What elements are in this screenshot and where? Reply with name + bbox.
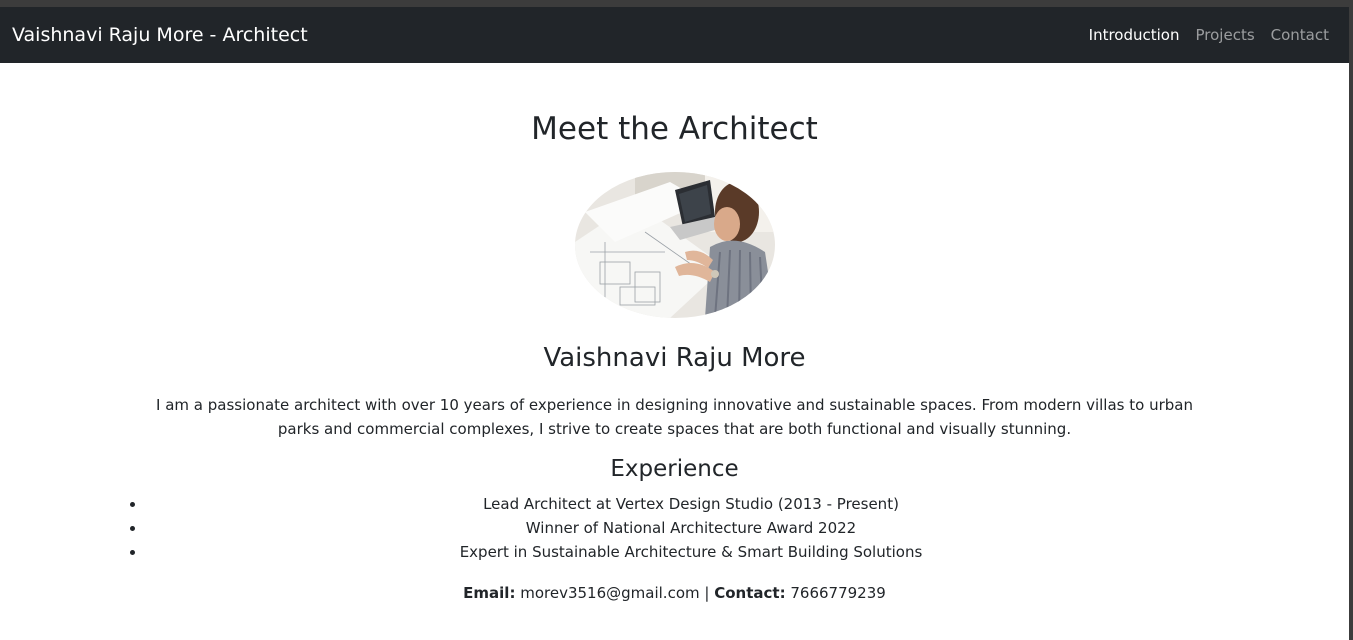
contact-info: Email: morev3516@gmail.com | Contact: 76… — [0, 581, 1349, 605]
email-label: Email: — [463, 584, 516, 602]
list-item: Expert in Sustainable Architecture & Sma… — [146, 540, 1236, 564]
main-content: Meet the Architect Vaishnavi Raju More I… — [0, 63, 1349, 640]
scrollbar[interactable] — [1349, 7, 1353, 640]
nav-link-introduction[interactable]: Introduction — [1089, 26, 1180, 44]
list-item: Winner of National Architecture Award 20… — [146, 516, 1236, 540]
nav-link-contact[interactable]: Contact — [1271, 26, 1329, 44]
phone-value: 7666779239 — [790, 584, 886, 602]
email-value: morev3516@gmail.com — [520, 584, 700, 602]
nav-links: Introduction Projects Contact — [1089, 7, 1329, 63]
architect-bio: I am a passionate architect with over 10… — [156, 396, 1193, 438]
page-title: Meet the Architect — [531, 111, 818, 147]
contact-separator: | — [704, 584, 710, 602]
navbar-brand[interactable]: Vaishnavi Raju More - Architect — [12, 7, 308, 63]
phone-label: Contact: — [714, 584, 786, 602]
architect-name: Vaishnavi Raju More — [543, 343, 806, 373]
architect-photo — [575, 172, 775, 318]
window-top-strip — [0, 0, 1353, 7]
experience-heading: Experience — [610, 456, 739, 482]
navbar: Vaishnavi Raju More - Architect Introduc… — [0, 7, 1349, 63]
nav-link-projects[interactable]: Projects — [1196, 26, 1255, 44]
list-item: Lead Architect at Vertex Design Studio (… — [146, 492, 1236, 516]
experience-list: Lead Architect at Vertex Design Studio (… — [126, 492, 1236, 564]
